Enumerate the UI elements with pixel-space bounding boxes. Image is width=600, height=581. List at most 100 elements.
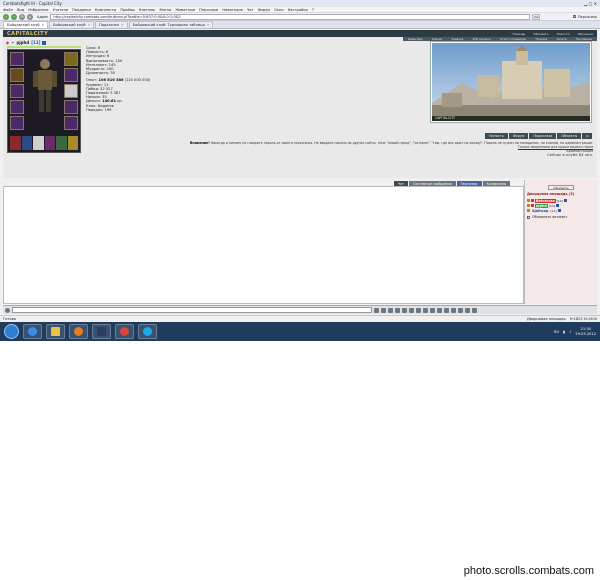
exit-icon[interactable] xyxy=(430,307,435,313)
info-icon[interactable] xyxy=(42,40,47,45)
menu-settings[interactable]: Настройки xyxy=(288,8,308,12)
menu-magic[interactable]: Магна xyxy=(159,8,171,12)
hint-button[interactable]: Подсказка xyxy=(529,133,557,139)
belt-slot[interactable] xyxy=(10,100,24,114)
send-icon[interactable] xyxy=(374,307,379,313)
taskbar-chrome[interactable] xyxy=(115,324,134,339)
taskbar-media[interactable] xyxy=(69,324,88,339)
address-input[interactable]: http://capitalcity.combats.com/buttons.p… xyxy=(50,13,531,20)
window-controls[interactable]: ▁ ▢ ✕ xyxy=(584,1,597,6)
link-news[interactable]: Новости xyxy=(557,32,570,36)
armor-slot[interactable] xyxy=(10,84,24,98)
boots-slot[interactable] xyxy=(64,100,78,114)
back-icon[interactable]: ‹ xyxy=(3,13,9,20)
menu-help[interactable]: ? xyxy=(312,8,314,12)
item-slot[interactable] xyxy=(67,136,78,150)
home-icon[interactable]: ⌂ xyxy=(27,13,33,20)
close-icon[interactable]: ✕ xyxy=(207,23,210,27)
link-refresh[interactable]: Обновить xyxy=(533,32,548,36)
helmet-slot[interactable] xyxy=(10,52,24,66)
network-icon[interactable]: ▮ xyxy=(563,330,565,334)
item-slot[interactable] xyxy=(33,136,44,150)
chat-log[interactable] xyxy=(3,186,524,304)
tab-club-1[interactable]: Бойцовский клуб ✕ xyxy=(3,21,49,28)
smiles-icon[interactable] xyxy=(388,307,393,313)
forum-button[interactable]: Форум xyxy=(508,133,529,139)
translit-icon[interactable] xyxy=(402,307,407,313)
nav-right-label[interactable]: Персонаж xyxy=(578,15,597,19)
menu-favorites[interactable]: Избранное xyxy=(28,8,48,12)
close-icon[interactable]: ✕ xyxy=(42,23,45,27)
gloves-slot[interactable] xyxy=(10,116,24,130)
quests-icon[interactable] xyxy=(444,307,449,313)
chat-mode-icon[interactable] xyxy=(5,307,10,313)
taskbar-folder[interactable] xyxy=(46,324,65,339)
sword-slot[interactable] xyxy=(64,84,78,98)
info-icon[interactable] xyxy=(557,209,561,212)
ring-slot[interactable] xyxy=(64,52,78,66)
tab-hint[interactable]: Подсказка ✕ xyxy=(95,21,128,28)
item-slot[interactable] xyxy=(21,136,32,150)
menu-window[interactable]: Окно xyxy=(274,8,284,12)
close-icon[interactable]: ✕ xyxy=(121,23,124,27)
sublink-mentors[interactable]: Наставники xyxy=(576,38,592,41)
tab-club-2[interactable]: Бойцовский клуб ✕ xyxy=(49,21,95,28)
attack-button[interactable]: Напасть xyxy=(485,133,508,139)
sound-icon[interactable] xyxy=(409,307,414,313)
extra-button[interactable]: р xyxy=(582,133,593,139)
taskbar-cf[interactable] xyxy=(92,324,111,339)
map-icon[interactable] xyxy=(423,307,428,313)
menu-klet[interactable]: Клетлюк xyxy=(139,8,156,12)
menu-teachers[interactable]: Учатели xyxy=(53,8,68,12)
item-slot[interactable] xyxy=(10,136,21,150)
private-icon[interactable] xyxy=(527,204,530,207)
inventory-icon[interactable] xyxy=(437,307,442,313)
sublink-auction[interactable]: Мой Аукцион xyxy=(473,38,491,41)
location-image[interactable]: CAPITALCITY xyxy=(430,41,592,123)
taskbar-skype[interactable] xyxy=(138,324,157,339)
menu-animals[interactable]: Живетные xyxy=(175,8,195,12)
mail-icon[interactable] xyxy=(451,307,456,313)
amulet-slot[interactable] xyxy=(64,116,78,130)
menu-forum[interactable]: Форум xyxy=(258,8,270,12)
auto-refresh[interactable]: Обновлять автомат. xyxy=(527,215,595,219)
power-icon[interactable] xyxy=(472,307,477,313)
shield-slot[interactable] xyxy=(64,68,78,82)
private-icon[interactable] xyxy=(527,209,530,212)
tab-tournament[interactable]: Бойцовский клуб: Турнирная таблица ✕ xyxy=(128,21,214,28)
link-training[interactable]: Обучение xyxy=(578,32,593,36)
sublink-transfers[interactable]: Отчет о переводах xyxy=(500,38,526,41)
taskbar-ie[interactable] xyxy=(23,324,42,339)
item-slot[interactable] xyxy=(56,136,67,150)
menu-navigation[interactable]: Навигация xyxy=(222,8,242,12)
filter-icon[interactable] xyxy=(395,307,400,313)
sublink-profile[interactable]: Анкета xyxy=(557,38,567,41)
sublink-quests[interactable]: Задания xyxy=(452,38,464,41)
go-button[interactable]: Go xyxy=(532,13,541,20)
menu-fights[interactable]: Поединки xyxy=(72,8,91,12)
player-row[interactable]: Ajalhcap [11] xyxy=(527,208,595,213)
forward-icon[interactable]: › xyxy=(11,13,17,20)
menu-chat[interactable]: Чат xyxy=(247,8,254,12)
auto-refresh-checkbox[interactable] xyxy=(527,215,530,219)
reload-icon[interactable]: ⟳ xyxy=(19,13,25,20)
refresh-button[interactable]: Обновить xyxy=(548,185,574,190)
friends-icon[interactable] xyxy=(416,307,421,313)
clear-icon[interactable] xyxy=(381,307,386,313)
objects-button[interactable]: Объекты xyxy=(557,133,582,139)
info-icon[interactable] xyxy=(556,204,560,207)
weapon-slot[interactable] xyxy=(10,68,24,82)
character-name[interactable]: ◆ ✦ pjphd [11] xyxy=(6,40,47,45)
menu-view[interactable]: Вид xyxy=(17,8,24,12)
info-icon[interactable] xyxy=(563,199,567,202)
language-indicator[interactable]: RU xyxy=(554,330,559,334)
link-help[interactable]: Помощь xyxy=(513,32,526,36)
player-name[interactable]: Ajalhcap xyxy=(531,209,549,213)
sublink-position[interactable]: Позиция xyxy=(536,38,548,41)
sublink-skills[interactable]: Умения xyxy=(432,38,442,41)
volume-icon[interactable]: ♪ xyxy=(569,330,571,334)
help-icon[interactable] xyxy=(465,307,470,313)
clock[interactable]: 21:30 29.03.2012 xyxy=(575,327,596,335)
menu-sets[interactable]: Комплекты xyxy=(95,8,116,12)
start-button[interactable] xyxy=(4,324,19,339)
